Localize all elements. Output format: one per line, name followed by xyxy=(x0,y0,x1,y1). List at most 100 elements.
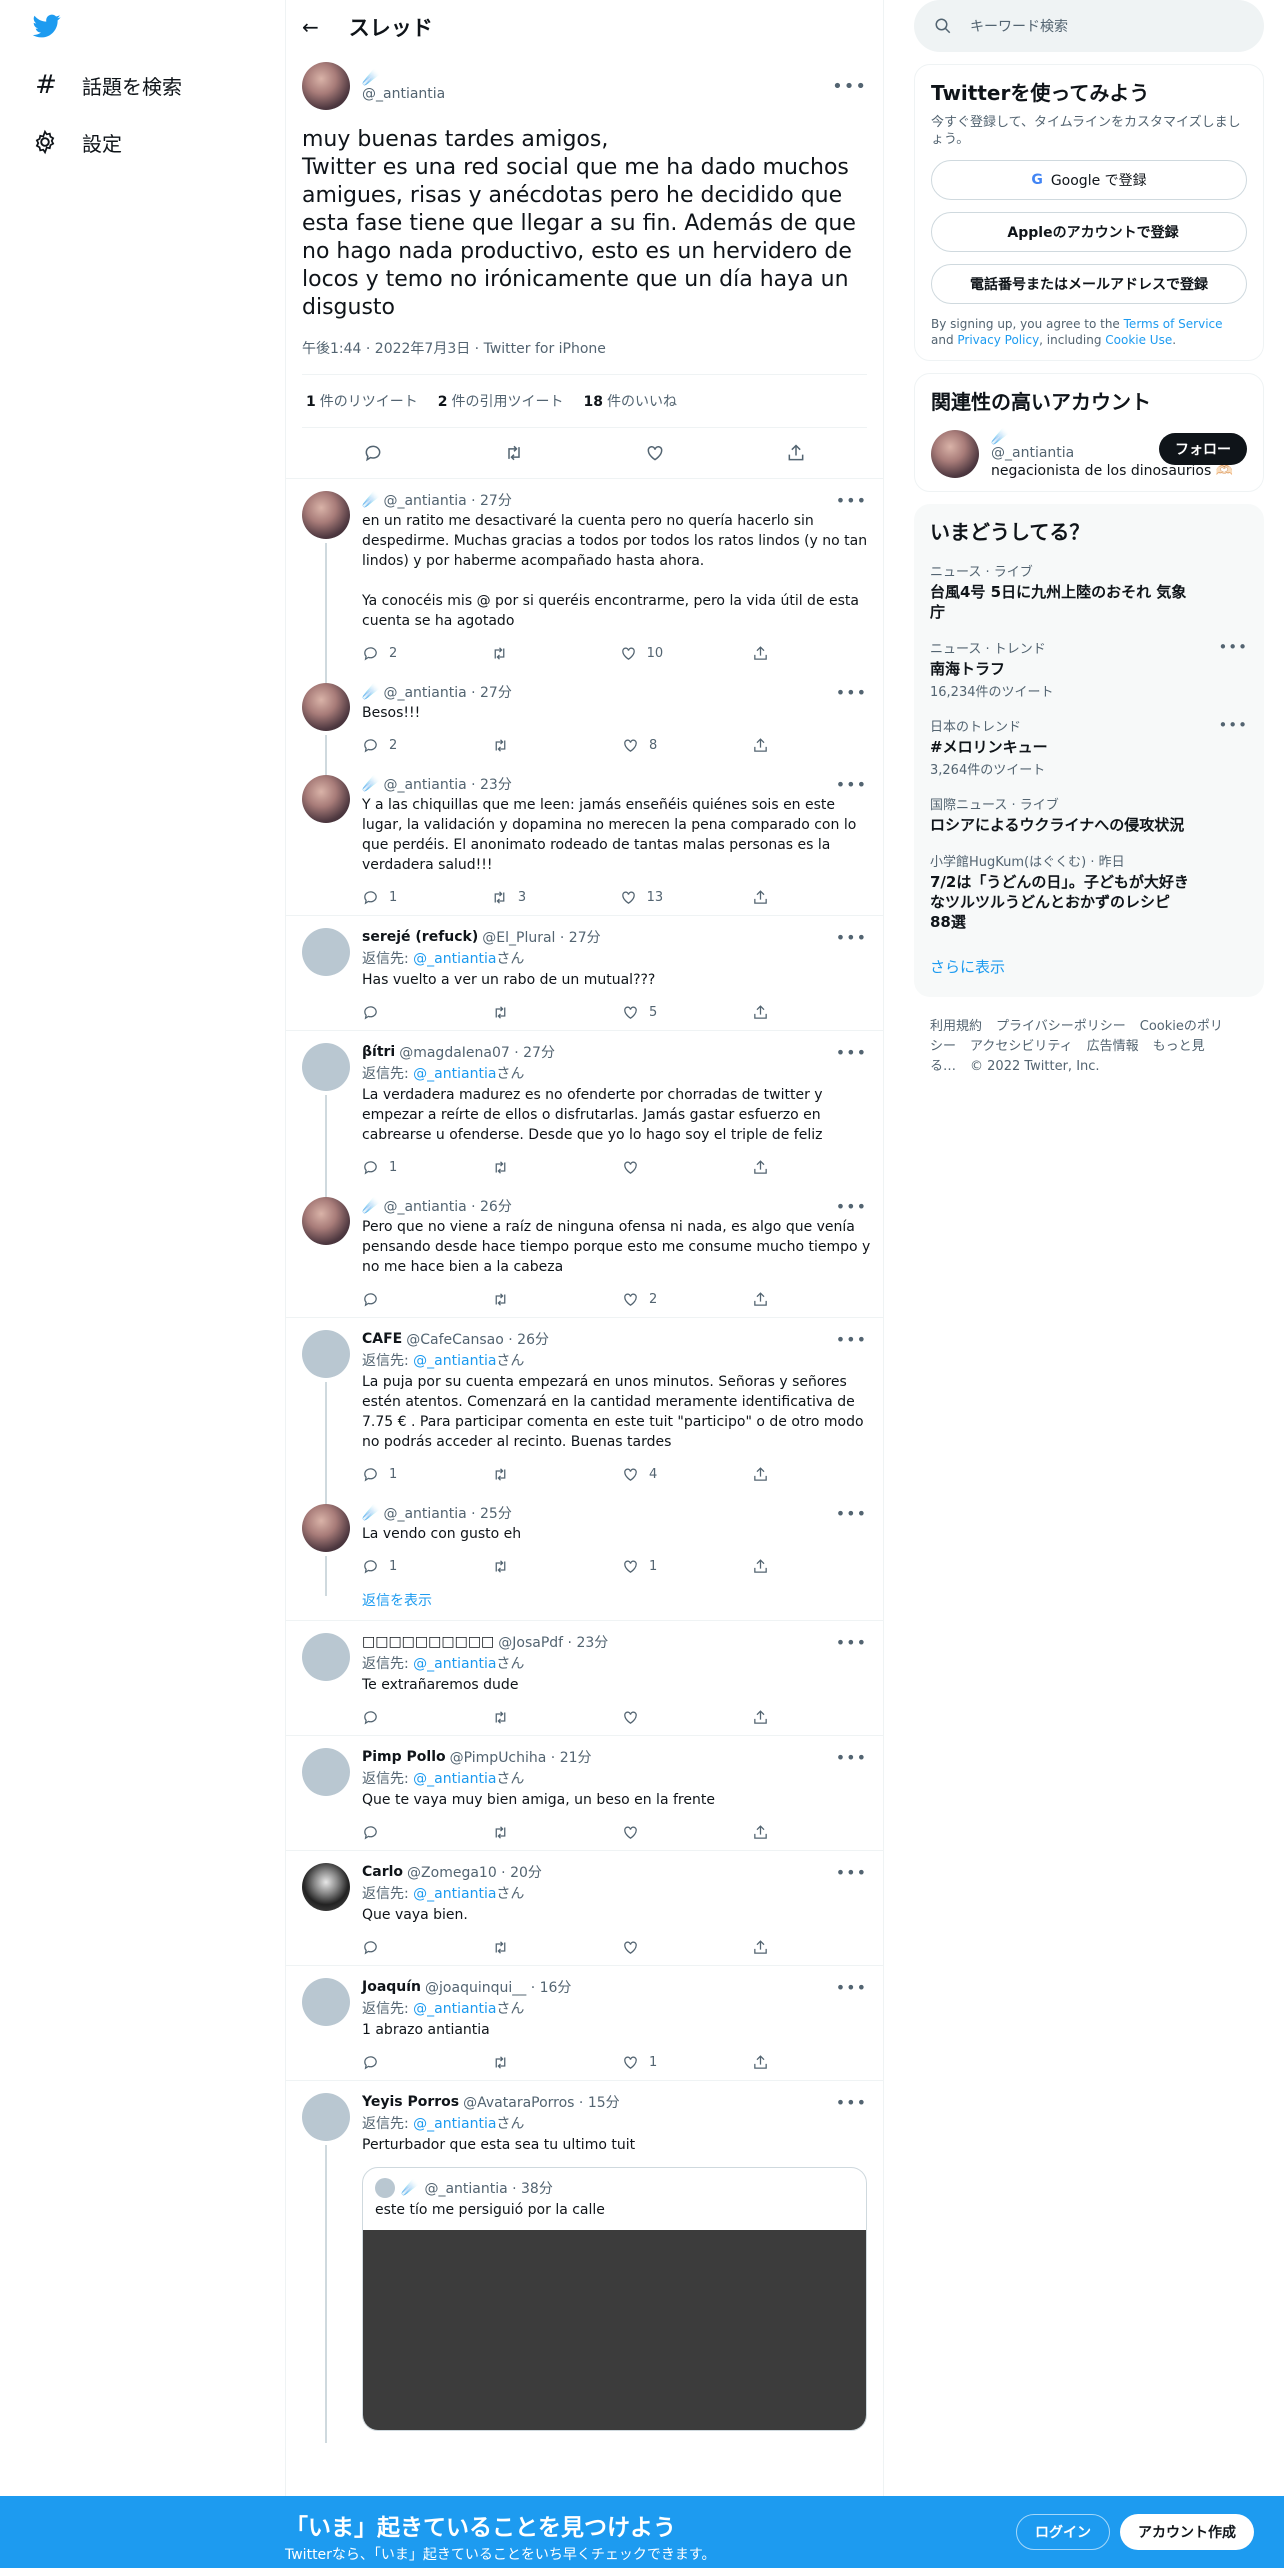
share-button[interactable] xyxy=(752,1291,792,1308)
reply-author-handle[interactable]: @joaquinqui__ · 16分 xyxy=(425,1977,571,1997)
footer-link[interactable]: プライバシーポリシー xyxy=(996,1019,1126,1034)
retweet-icon[interactable] xyxy=(504,443,524,463)
show-more-link[interactable]: さらに表示 xyxy=(930,956,1248,985)
apple-signup-button[interactable]: Appleのアカウントで登録 xyxy=(931,212,1247,252)
reply-author-handle[interactable]: @AvataraPorros · 15分 xyxy=(463,2092,620,2112)
retweet-button[interactable] xyxy=(492,1939,532,1956)
twitter-logo-icon[interactable] xyxy=(30,12,70,44)
retweet-button[interactable] xyxy=(492,1159,532,1176)
reply-tweet[interactable]: ☄️ @_antiantia · 27分 ••• Besos!!! 2 8 xyxy=(286,671,883,775)
reply-button[interactable]: 2 xyxy=(362,737,402,754)
reply-tweet[interactable]: Joaquín @joaquinqui__ · 16分 ••• 返信先: @_anti… xyxy=(286,1966,883,2081)
footer-link[interactable]: アクセシビリティ xyxy=(970,1039,1073,1054)
reply-author-handle[interactable]: @El_Plural · 27分 xyxy=(482,927,600,947)
like-button[interactable] xyxy=(622,1824,662,1841)
reply-button[interactable] xyxy=(362,1939,402,1956)
reply-tweet[interactable]: Yeyis Porros @AvataraPorros · 15分 ••• 返信先: … xyxy=(286,2081,883,2443)
retweet-button[interactable] xyxy=(492,1558,532,1575)
avatar[interactable] xyxy=(302,1504,350,1552)
share-button[interactable] xyxy=(752,2054,792,2071)
trend-item[interactable]: ニュース · ライブ 台風4号 5日に九州上陸のおそれ 気象庁 xyxy=(930,561,1248,622)
avatar[interactable] xyxy=(302,683,350,731)
share-button[interactable] xyxy=(752,1004,792,1021)
cookie-link[interactable]: Cookie Use xyxy=(1105,333,1172,347)
like-button[interactable] xyxy=(622,1939,662,1956)
reply-author-handle[interactable]: @JosaPdf · 23分 xyxy=(498,1632,608,1652)
share-button[interactable] xyxy=(752,1709,792,1726)
quote-count[interactable]: 2 件の引用ツイート xyxy=(438,391,564,411)
reply-button[interactable]: 1 xyxy=(362,889,402,906)
reply-author-name[interactable]: ☄️ xyxy=(362,492,379,508)
reply-button[interactable] xyxy=(362,1004,402,1021)
reply-author-name[interactable]: ☄️ xyxy=(362,684,379,700)
search-box[interactable]: キーワード検索 xyxy=(914,0,1264,52)
share-button[interactable] xyxy=(752,1558,792,1575)
reply-tweet[interactable]: Carlo @Zomega10 · 20分 ••• 返信先: @_antiantiaさ… xyxy=(286,1851,883,1966)
reply-author-name[interactable]: Pimp Pollo xyxy=(362,1749,446,1765)
like-button[interactable]: 4 xyxy=(622,1466,662,1483)
more-options-icon[interactable]: ••• xyxy=(836,683,867,702)
replying-to-link[interactable]: @_antiantia xyxy=(413,1353,496,1369)
author-name[interactable]: ☄️ xyxy=(362,70,445,86)
privacy-link[interactable]: Privacy Policy xyxy=(957,333,1039,347)
like-button[interactable]: 2 xyxy=(622,1291,662,1308)
like-button[interactable]: 1 xyxy=(622,2054,662,2071)
reply-tweet[interactable]: ☄️ @_antiantia · 25分 ••• La vendo con gusto… xyxy=(286,1492,883,1596)
reply-tweet[interactable]: βítri @magdaIena07 · 27分 ••• 返信先: @_antiant… xyxy=(286,1031,883,1197)
reply-author-handle[interactable]: @CafeCansao · 26分 xyxy=(406,1329,549,1349)
reply-tweet[interactable]: ☄️ @_antiantia · 23分 ••• Y a las chiquillas… xyxy=(286,763,883,916)
retweet-count[interactable]: 1 件のリツイート xyxy=(306,391,418,411)
reply-author-name[interactable]: βítri xyxy=(362,1044,395,1060)
reply-button[interactable]: 1 xyxy=(362,1558,402,1575)
replying-to-link[interactable]: @_antiantia xyxy=(413,1066,496,1082)
search-input[interactable]: キーワード検索 xyxy=(970,16,1068,36)
nav-settings[interactable]: 設定 xyxy=(32,128,122,157)
more-options-icon[interactable]: ••• xyxy=(836,2093,867,2112)
avatar[interactable] xyxy=(931,430,979,478)
more-options-icon[interactable]: ••• xyxy=(836,1633,867,1652)
like-button[interactable] xyxy=(622,1159,662,1176)
replying-to-link[interactable]: @_antiantia xyxy=(413,2116,496,2132)
avatar[interactable] xyxy=(302,1043,350,1091)
share-button[interactable] xyxy=(752,737,792,754)
avatar[interactable] xyxy=(302,2093,350,2141)
show-replies-link[interactable]: 返信を表示 xyxy=(286,1584,883,1621)
trend-item[interactable]: 日本のトレンド #メロリンキュー 3,264件のツイート ••• xyxy=(930,716,1248,778)
avatar[interactable] xyxy=(302,491,350,539)
avatar[interactable] xyxy=(302,928,350,976)
share-button[interactable] xyxy=(752,1824,792,1841)
avatar[interactable] xyxy=(302,62,350,110)
like-button[interactable]: 13 xyxy=(620,889,663,906)
reply-author-handle[interactable]: @magdaIena07 · 27分 xyxy=(399,1042,555,1062)
reply-button[interactable]: 1 xyxy=(362,1466,402,1483)
quoted-tweet[interactable]: ☄️ @_antiantia · 38分 este tío me persiguió… xyxy=(362,2167,867,2431)
more-options-icon[interactable]: ••• xyxy=(836,491,867,510)
reply-tweet[interactable]: □□□□□□□□□□ @JosaPdf · 23分 ••• 返信先: @_antian… xyxy=(286,1621,883,1736)
reply-author-handle[interactable]: @Zomega10 · 20分 xyxy=(407,1862,542,1882)
reply-tweet[interactable]: ☄️ @_antiantia · 27分 ••• en un ratito me de… xyxy=(286,479,883,683)
google-signup-button[interactable]: G Google で登録 xyxy=(931,160,1247,200)
replying-to-link[interactable]: @_antiantia xyxy=(413,951,496,967)
avatar[interactable] xyxy=(302,1748,350,1796)
reply-button[interactable] xyxy=(362,2054,402,2071)
avatar[interactable] xyxy=(302,1633,350,1681)
more-options-icon[interactable]: ••• xyxy=(1218,716,1248,734)
more-options-icon[interactable]: ••• xyxy=(836,1978,867,1997)
replying-to-link[interactable]: @_antiantia xyxy=(413,1656,496,1672)
nav-explore[interactable]: # 話題を検索 xyxy=(32,70,182,100)
more-options-icon[interactable]: ••• xyxy=(836,1197,867,1216)
like-button[interactable]: 5 xyxy=(622,1004,662,1021)
quote-media[interactable] xyxy=(363,2230,866,2430)
like-icon[interactable] xyxy=(645,443,665,463)
reply-button[interactable] xyxy=(362,1824,402,1841)
reply-author-name[interactable]: Carlo xyxy=(362,1864,403,1880)
share-button[interactable] xyxy=(752,645,792,662)
avatar[interactable] xyxy=(302,775,350,823)
more-options-icon[interactable]: ••• xyxy=(836,1043,867,1062)
footer-link[interactable]: 広告情報 xyxy=(1087,1039,1139,1054)
reply-author-name[interactable]: □□□□□□□□□□ xyxy=(362,1634,494,1650)
trend-item[interactable]: 国際ニュース · ライブ ロシアによるウクライナへの侵攻状況 xyxy=(930,794,1248,835)
reply-author-handle[interactable]: @_antiantia · 27分 xyxy=(383,682,511,702)
retweet-button[interactable] xyxy=(492,1466,532,1483)
reply-button[interactable]: 2 xyxy=(362,645,402,662)
